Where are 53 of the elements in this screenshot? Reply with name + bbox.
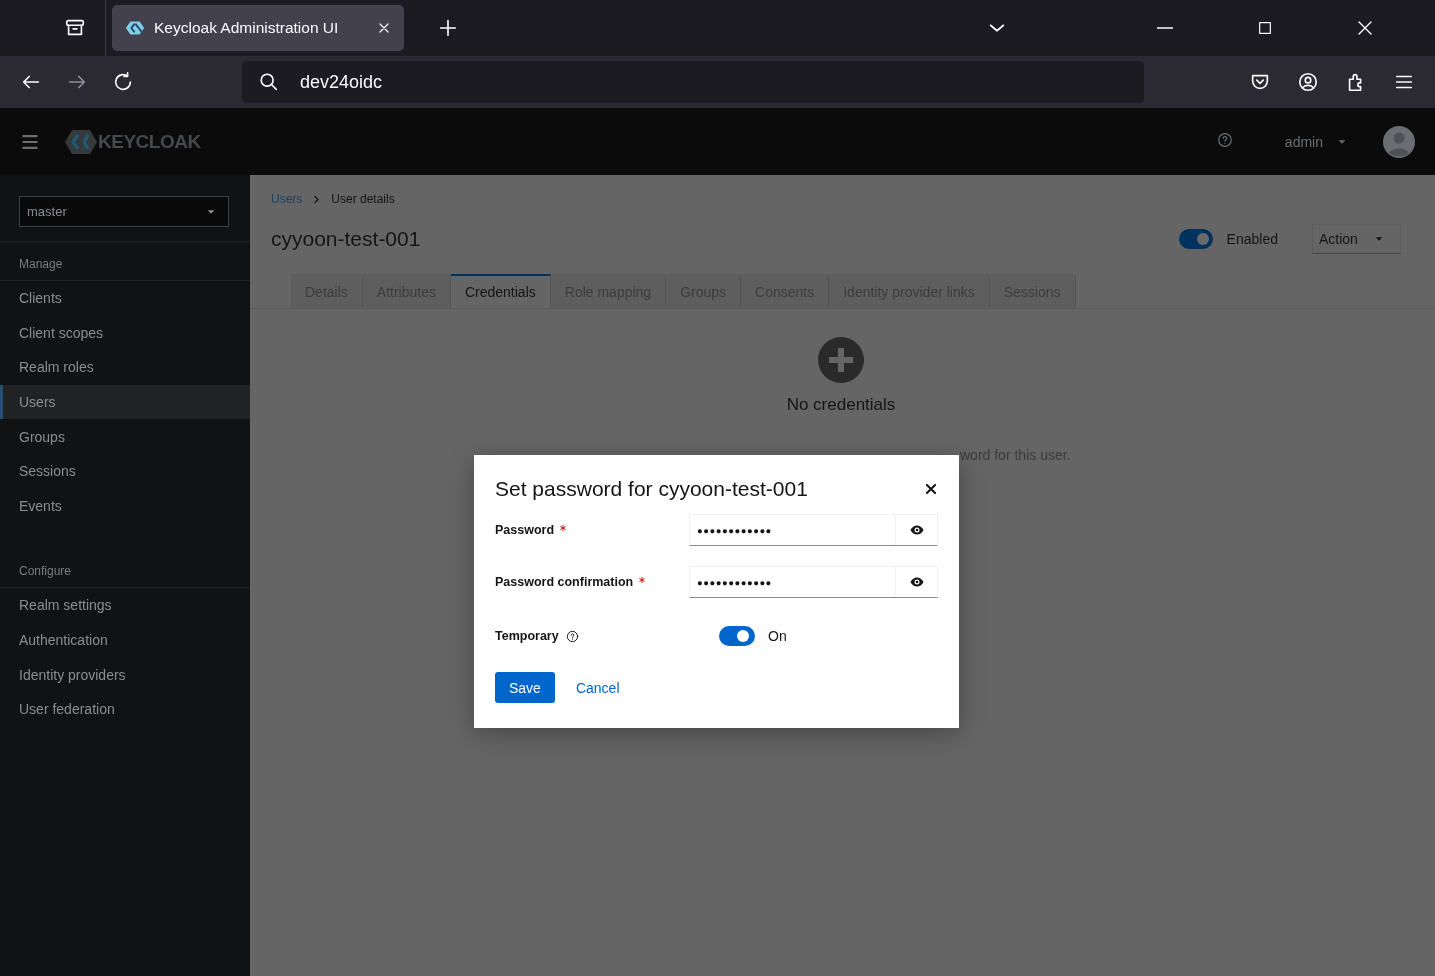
nav-item[interactable]: Realm roles bbox=[0, 350, 250, 385]
reload-button[interactable] bbox=[112, 71, 134, 93]
save-button[interactable]: Save bbox=[495, 672, 555, 703]
cancel-link[interactable]: Cancel bbox=[575, 679, 620, 696]
nav-item[interactable]: User federation bbox=[0, 691, 250, 727]
reload-icon bbox=[112, 71, 134, 93]
dialog-title: Set password for cyyoon-test-001 bbox=[495, 477, 808, 501]
user-menu[interactable]: admin bbox=[1284, 133, 1347, 150]
close-icon bbox=[1356, 19, 1374, 37]
toggle-label: Enabled bbox=[1226, 231, 1278, 247]
help-icon bbox=[565, 629, 579, 643]
toggle-label: On bbox=[768, 628, 787, 644]
help-icon bbox=[1216, 131, 1233, 148]
field-label: Temporary bbox=[495, 629, 559, 643]
action-dropdown[interactable]: Action bbox=[1312, 224, 1401, 254]
tab[interactable]: Credentials bbox=[450, 274, 551, 308]
nav-item[interactable]: Authentication bbox=[0, 622, 250, 658]
account-icon bbox=[1297, 71, 1319, 93]
plus-icon bbox=[437, 17, 459, 39]
password-field[interactable]: ●●●●●●●●●●●● bbox=[689, 566, 938, 598]
close-icon bbox=[924, 482, 938, 496]
toggle-switch[interactable] bbox=[719, 626, 755, 646]
page-title: cyyoon-test-001 bbox=[271, 227, 422, 251]
browser-tab[interactable]: Keycloak Administration UI bbox=[112, 5, 404, 51]
nav-item[interactable]: Realm settings bbox=[0, 588, 250, 623]
chevron-right-icon bbox=[312, 194, 322, 204]
nav-item[interactable]: Events bbox=[0, 488, 250, 524]
search-icon bbox=[258, 71, 280, 93]
toggle-switch[interactable] bbox=[1178, 229, 1213, 249]
nav-item[interactable]: Client scopes bbox=[0, 315, 250, 351]
address-bar[interactable]: dev24oidc bbox=[242, 61, 1144, 103]
empty-state-title: No credentials bbox=[786, 395, 896, 415]
realm-select[interactable]: master bbox=[19, 196, 229, 227]
account-button[interactable] bbox=[1297, 71, 1319, 93]
nav-item[interactable]: Sessions bbox=[0, 453, 250, 489]
eye-icon bbox=[909, 577, 924, 587]
keycloak-logo: KEYCLOAK bbox=[64, 128, 201, 155]
nav-item[interactable]: Clients bbox=[0, 281, 250, 316]
section-heading: Manage bbox=[0, 241, 250, 281]
nav-item[interactable]: Groups bbox=[0, 419, 250, 454]
field-label: Password bbox=[495, 523, 555, 537]
minimize-icon bbox=[1157, 27, 1173, 29]
avatar[interactable] bbox=[1383, 125, 1415, 158]
field-label: Password confirmation bbox=[495, 575, 634, 589]
breadcrumb-current: User details bbox=[331, 192, 395, 206]
plus-circle-icon bbox=[818, 337, 864, 383]
tab-title: Keycloak Administration UI bbox=[154, 19, 340, 37]
maximize-icon bbox=[1257, 20, 1273, 36]
close-button[interactable] bbox=[924, 482, 938, 496]
password-field[interactable]: ●●●●●●●●●●●● bbox=[689, 514, 938, 546]
eye-icon bbox=[909, 525, 924, 535]
nav-item[interactable]: Users bbox=[0, 384, 250, 420]
nav-item[interactable]: Identity providers bbox=[0, 657, 250, 692]
